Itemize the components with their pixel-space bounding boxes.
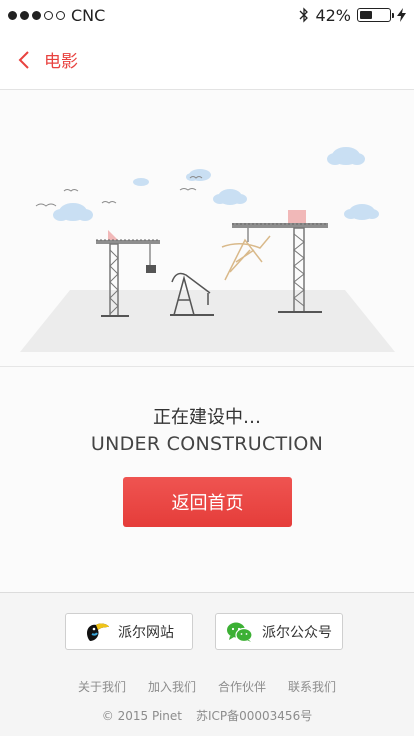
icp-number: 苏ICP备00003456号	[195, 709, 313, 723]
signal-strength-icon	[8, 10, 65, 20]
website-button-label: 派尔网站	[118, 624, 174, 641]
wechat-icon	[227, 622, 253, 642]
chevron-left-icon	[18, 50, 29, 69]
toucan-logo-icon	[87, 623, 109, 641]
partners-link[interactable]: 合作伙伴	[218, 678, 266, 695]
bluetooth-icon	[299, 7, 309, 23]
signal-dot	[44, 10, 53, 20]
clouds	[53, 147, 379, 221]
tan-crane	[221, 235, 271, 281]
join-us-link[interactable]: 加入我们	[148, 678, 196, 695]
back-to-home-button[interactable]: 返回首页	[123, 477, 292, 527]
footer-links: 关于我们 加入我们 合作伙伴 联系我们	[0, 678, 414, 695]
footer: 派尔网站 派尔公众号 关于我们 加入我们 合作伙伴 联系我们 © 2015 Pi…	[0, 592, 414, 736]
about-us-link[interactable]: 关于我们	[78, 678, 126, 695]
main-content: 正在建设中… UNDER CONSTRUCTION 返回首页	[0, 367, 414, 593]
status-right: 42%	[299, 6, 414, 25]
battery-level	[360, 11, 372, 19]
signal-dot	[32, 10, 41, 20]
copyright-text: © 2015 Pinet	[101, 709, 182, 723]
status-bar: CNC 42%	[0, 0, 414, 30]
carrier-name: CNC	[71, 5, 106, 25]
charging-icon	[397, 8, 406, 22]
status-left: CNC	[0, 6, 105, 25]
status-title-cn: 正在建设中…	[153, 407, 261, 428]
back-label: 电影	[44, 52, 78, 72]
status-title-en: UNDER CONSTRUCTION	[90, 433, 324, 455]
wechat-account-button[interactable]: 派尔公众号	[215, 613, 343, 650]
copyright: © 2015 Pinet 苏ICP备00003456号	[0, 707, 414, 724]
back-button[interactable]: 电影	[0, 47, 78, 72]
construction-scene	[20, 147, 395, 352]
construction-illustration	[0, 90, 414, 367]
signal-dot	[56, 10, 65, 20]
website-button[interactable]: 派尔网站	[65, 613, 193, 650]
nav-bar: 电影	[0, 30, 414, 90]
signal-dot	[8, 10, 17, 20]
wechat-account-label: 派尔公众号	[262, 624, 332, 641]
signal-dot	[20, 10, 29, 20]
birds	[35, 176, 203, 207]
contact-us-link[interactable]: 联系我们	[288, 678, 336, 695]
battery-icon	[357, 8, 394, 22]
battery-percent: 42%	[315, 5, 351, 25]
